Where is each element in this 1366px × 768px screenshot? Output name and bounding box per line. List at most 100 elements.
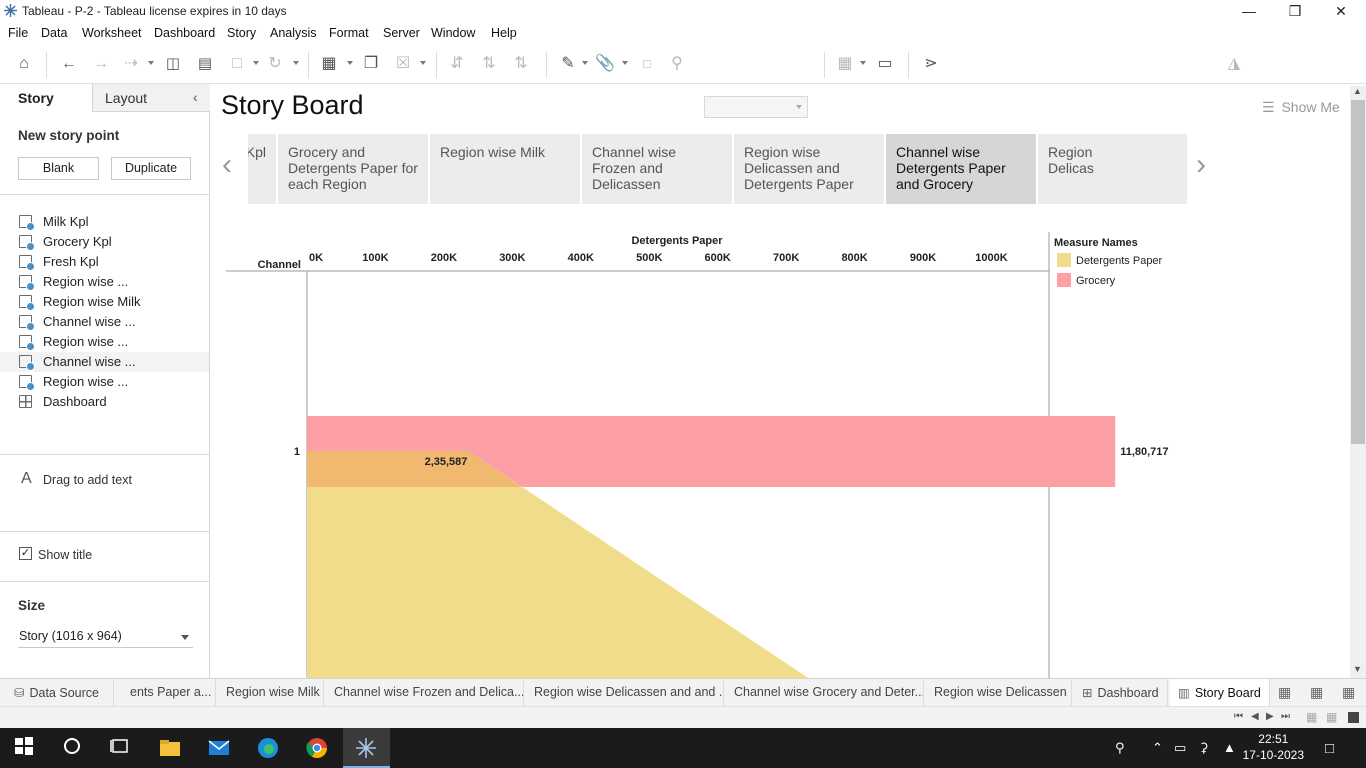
sheet-tab[interactable]: Region wise Milk [218, 679, 324, 707]
menu-file[interactable]: File [8, 26, 28, 40]
story-point-caption[interactable]: Region wise Delicassen and Detergents Pa… [734, 134, 884, 204]
tab-story[interactable]: Story [0, 84, 92, 112]
collapse-pane-icon[interactable]: ‹ [193, 89, 198, 105]
sheet-tab[interactable]: ▥ Story Board [1170, 679, 1270, 707]
chrome-browser-icon[interactable] [305, 736, 329, 760]
refresh-dropdown-icon[interactable] [293, 61, 299, 65]
new-story-tab-icon[interactable]: ▦ [1342, 684, 1355, 701]
show-me-button[interactable]: ☰ Show Me [1262, 99, 1340, 116]
sheet-list-item[interactable]: Channel wise ... [0, 352, 209, 372]
sort-ascending-icon[interactable]: ⇅ [478, 54, 500, 74]
new-worksheet-dropdown-icon[interactable] [347, 61, 353, 65]
scroll-up-icon[interactable]: ▲ [1353, 86, 1362, 96]
taskbar-clock[interactable]: 22:51 17-10-2023 [1243, 731, 1304, 763]
text-object-icon[interactable]: A [21, 470, 32, 488]
show-filmstrip-icon[interactable]: ▦ [1306, 710, 1317, 724]
sheet-list-item[interactable]: Grocery Kpl [0, 232, 209, 252]
fit-dropdown[interactable] [704, 96, 808, 118]
menu-worksheet[interactable]: Worksheet [82, 26, 142, 40]
sheet-list-item[interactable]: Region wise Milk [0, 292, 209, 312]
group-members-icon[interactable]: 📎 [594, 54, 616, 74]
story-point-caption[interactable]: Channel wise Detergents Paper and Grocer… [886, 134, 1036, 204]
story-title[interactable]: Story Board [221, 90, 364, 121]
undo-icon[interactable]: ← [58, 54, 80, 74]
sheet-tab[interactable]: ents Paper a... [122, 679, 216, 707]
scrollbar-thumb[interactable] [1351, 100, 1365, 444]
sheet-tab[interactable]: ⊞ Dashboard [1074, 679, 1168, 707]
show-mark-labels-icon[interactable]: □ [636, 54, 658, 74]
cards-icon[interactable]: ▦ [834, 54, 856, 74]
file-explorer-icon[interactable] [158, 736, 182, 760]
task-view-icon[interactable] [110, 736, 134, 760]
menu-story[interactable]: Story [227, 26, 256, 40]
tableau-taskbar-button[interactable] [343, 728, 390, 768]
redo-icon[interactable]: → [90, 54, 112, 74]
cards-dropdown-icon[interactable] [860, 61, 866, 65]
drag-to-add-text[interactable]: Drag to add text [43, 473, 132, 487]
menu-dashboard[interactable]: Dashboard [154, 26, 215, 40]
story-point-caption[interactable]: Channel wise Frozen and Delicassen [582, 134, 732, 204]
scroll-down-icon[interactable]: ▼ [1353, 664, 1362, 674]
menu-help[interactable]: Help [491, 26, 517, 40]
previous-story-point-icon[interactable]: ‹ [222, 148, 232, 182]
previous-sheet-icon[interactable]: ◀ [1251, 711, 1259, 722]
sheet-tab[interactable]: Region wise Delicassen and and ... [526, 679, 724, 707]
highlight-icon[interactable]: ✎ [557, 54, 579, 74]
new-data-source-icon[interactable]: ▤ [194, 54, 216, 74]
menu-data[interactable]: Data [41, 26, 67, 40]
replay-icon[interactable]: ⇢ [120, 54, 142, 74]
home-icon[interactable]: ⌂ [13, 54, 35, 74]
restore-button[interactable]: ❒ [1272, 0, 1318, 22]
next-sheet-icon[interactable]: ▶ [1266, 711, 1274, 722]
show-hidden-icons-chevron-icon[interactable]: ⌃ [1152, 740, 1163, 756]
pin-axes-icon[interactable]: ⚲ [666, 54, 688, 74]
new-worksheet-icon[interactable]: ▦ [318, 54, 340, 74]
minimize-button[interactable]: — [1226, 0, 1272, 22]
paste-icon[interactable]: □ [226, 54, 248, 74]
vertical-scrollbar[interactable]: ▲ ▼ [1350, 86, 1366, 678]
sheet-list-item[interactable]: Region wise ... [0, 372, 209, 392]
new-worksheet-tab-icon[interactable]: ▦ [1278, 684, 1291, 701]
story-point-caption[interactable]: Region wise Milk [430, 134, 580, 204]
swap-rows-columns-icon[interactable]: ⇵ [446, 54, 468, 74]
windows-start-icon[interactable] [14, 736, 38, 760]
battery-icon[interactable]: ▭ [1174, 740, 1186, 756]
save-icon[interactable]: ◫ [162, 54, 184, 74]
story-point-caption[interactable]: Region Delicas [1038, 134, 1187, 204]
duplicate-sheet-icon[interactable]: ❐ [360, 54, 382, 74]
paste-dropdown-icon[interactable] [253, 61, 259, 65]
story-size-dropdown[interactable]: Story (1016 x 964) [18, 626, 193, 648]
format-painter-icon[interactable]: ◮ [1223, 54, 1245, 74]
sheet-list-item[interactable]: Fresh Kpl [0, 252, 209, 272]
story-point-caption[interactable]: Grocery and Detergents Paper for each Re… [278, 134, 428, 204]
sheet-list-item[interactable]: Region wise ... [0, 332, 209, 352]
replay-dropdown-icon[interactable] [148, 61, 154, 65]
people-icon[interactable]: ⚲ [1115, 740, 1125, 756]
sheet-tab[interactable]: Region wise Delicassen [926, 679, 1072, 707]
last-sheet-icon[interactable]: ⏭ [1281, 711, 1290, 722]
refresh-icon[interactable]: ↻ [264, 54, 286, 74]
sheet-list-item[interactable]: Region wise ... [0, 272, 209, 292]
mail-icon[interactable] [207, 736, 231, 760]
search-icon[interactable] [62, 736, 86, 760]
sheet-list-item[interactable]: Channel wise ... [0, 312, 209, 332]
wifi-icon[interactable]: ⚳ [1199, 740, 1209, 756]
clear-dropdown-icon[interactable] [420, 61, 426, 65]
next-story-point-icon[interactable]: › [1196, 148, 1206, 182]
share-icon[interactable]: ⋗ [920, 54, 942, 74]
new-dashboard-tab-icon[interactable]: ▦ [1310, 684, 1323, 701]
menu-server[interactable]: Server [383, 26, 420, 40]
show-sheet-sorter-icon[interactable]: ▦ [1326, 710, 1337, 724]
menu-window[interactable]: Window [431, 26, 475, 40]
edge-browser-icon[interactable] [256, 736, 280, 760]
sheet-list-item[interactable]: Dashboard [0, 392, 209, 412]
menu-format[interactable]: Format [329, 26, 369, 40]
sheet-tab[interactable]: Channel wise Frozen and Delica... [326, 679, 524, 707]
story-point-caption[interactable]: resh Kpl [248, 134, 276, 204]
presentation-mode-icon[interactable]: ▭ [874, 54, 896, 74]
first-sheet-icon[interactable]: ⏮ [1234, 711, 1243, 722]
sheet-tab[interactable]: ⛁ Data Source [6, 679, 114, 707]
show-tabs-icon[interactable] [1348, 712, 1359, 723]
menu-analysis[interactable]: Analysis [270, 26, 317, 40]
duplicate-story-point-button[interactable]: Duplicate [111, 157, 191, 180]
